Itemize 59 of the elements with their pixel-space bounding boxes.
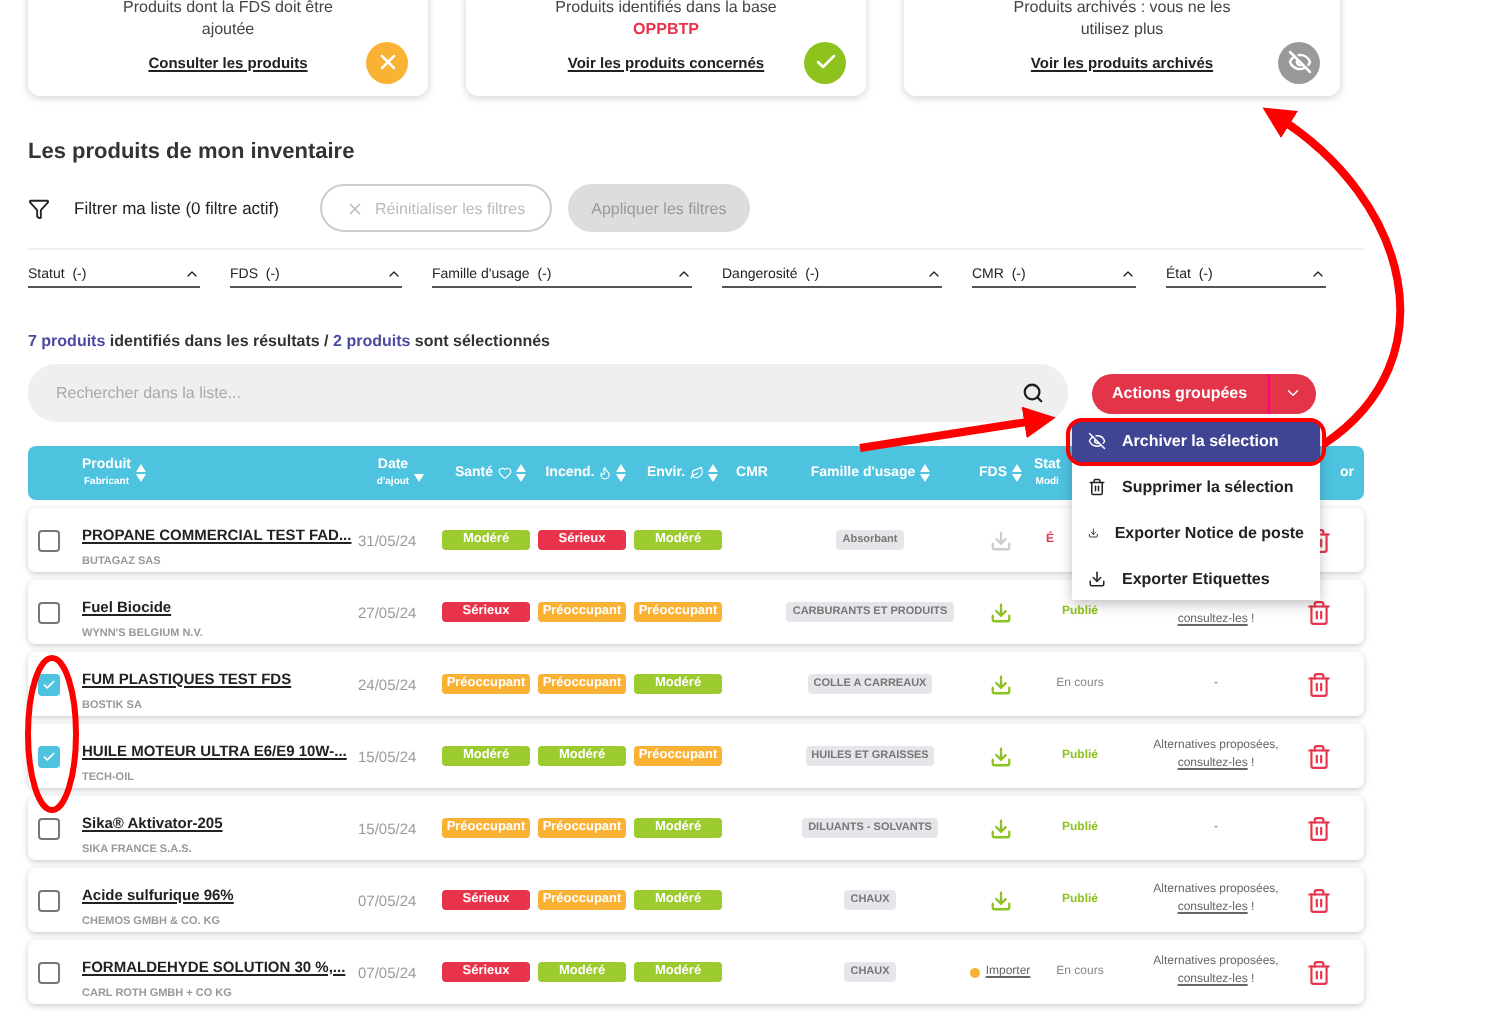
row-checkbox[interactable] (38, 961, 60, 983)
download-icon (1088, 570, 1106, 588)
chevron-icon (1120, 266, 1136, 282)
row-checkbox[interactable] (38, 529, 60, 551)
close-icon (366, 41, 408, 83)
eye-off-icon (1278, 41, 1320, 83)
row-checkbox[interactable] (38, 817, 60, 839)
download-icon[interactable] (989, 745, 1011, 767)
leaf-icon (689, 466, 704, 480)
card-text: Produits identifiés dans la base OPPBTP (553, 0, 779, 40)
section-title: Les produits de mon inventaire (28, 140, 357, 164)
search-icon[interactable] (1022, 382, 1044, 404)
heart-icon (497, 466, 512, 480)
row-checkbox[interactable] (38, 745, 60, 767)
row-checkbox[interactable] (38, 601, 60, 623)
check-icon (42, 749, 56, 763)
trash-icon[interactable] (1306, 815, 1332, 841)
sort-icon[interactable] (1011, 464, 1021, 482)
trash-icon (1088, 478, 1106, 496)
chevron-icon (1310, 266, 1326, 282)
filter-label: Filtrer ma liste (0 filtre actif) (74, 198, 279, 218)
download-icon[interactable] (989, 889, 1011, 911)
row-checkbox[interactable] (38, 889, 60, 911)
sort-icon[interactable] (616, 464, 627, 482)
grouped-actions-button[interactable]: Actions groupées (1092, 373, 1268, 413)
chevron-down-icon (1283, 384, 1302, 402)
row-checkbox[interactable] (38, 673, 60, 695)
check-icon (804, 41, 846, 83)
sort-icon[interactable] (515, 464, 526, 482)
download-icon[interactable] (989, 817, 1011, 839)
results-summary: 7 produits identifiés dans les résultats / 2 produits sont sélectionnés (28, 332, 552, 350)
sort-icon[interactable] (135, 464, 145, 482)
trash-icon[interactable] (1306, 743, 1332, 769)
chevron-icon (676, 266, 692, 282)
download-icon (1088, 524, 1099, 542)
filter-icon (28, 197, 50, 219)
menu-item[interactable]: Supprimer la sélection (1072, 467, 1320, 507)
menu-item[interactable]: Exporter Etiquettes (1072, 559, 1320, 599)
search-field[interactable]: Rechercher dans la liste... (28, 364, 1068, 422)
dropdown-toggle[interactable] (1267, 373, 1316, 413)
flame-icon (598, 466, 613, 480)
eye-off-icon (1088, 432, 1106, 450)
chevron-icon (926, 266, 942, 282)
menu-item[interactable]: Exporter Notice de poste (1072, 513, 1320, 553)
card-text: Produits archivés : vous ne les utilisez plus (1011, 0, 1233, 40)
sort-icon[interactable] (919, 464, 930, 482)
trash-icon[interactable] (1306, 599, 1332, 625)
download-icon[interactable] (989, 601, 1011, 623)
trash-icon[interactable] (1306, 671, 1332, 697)
x-icon (345, 199, 363, 217)
chevron-icon (184, 266, 200, 282)
trash-icon[interactable] (1306, 887, 1332, 913)
check-icon (42, 677, 56, 691)
menu-item[interactable]: Archiver la sélection (1072, 421, 1320, 461)
chevron-icon (386, 266, 402, 282)
trash-icon[interactable] (1306, 959, 1332, 985)
sort-icon[interactable] (707, 464, 718, 482)
download-icon[interactable] (989, 673, 1011, 695)
card-text: Produits dont la FDS doit être ajoutée (121, 0, 335, 40)
